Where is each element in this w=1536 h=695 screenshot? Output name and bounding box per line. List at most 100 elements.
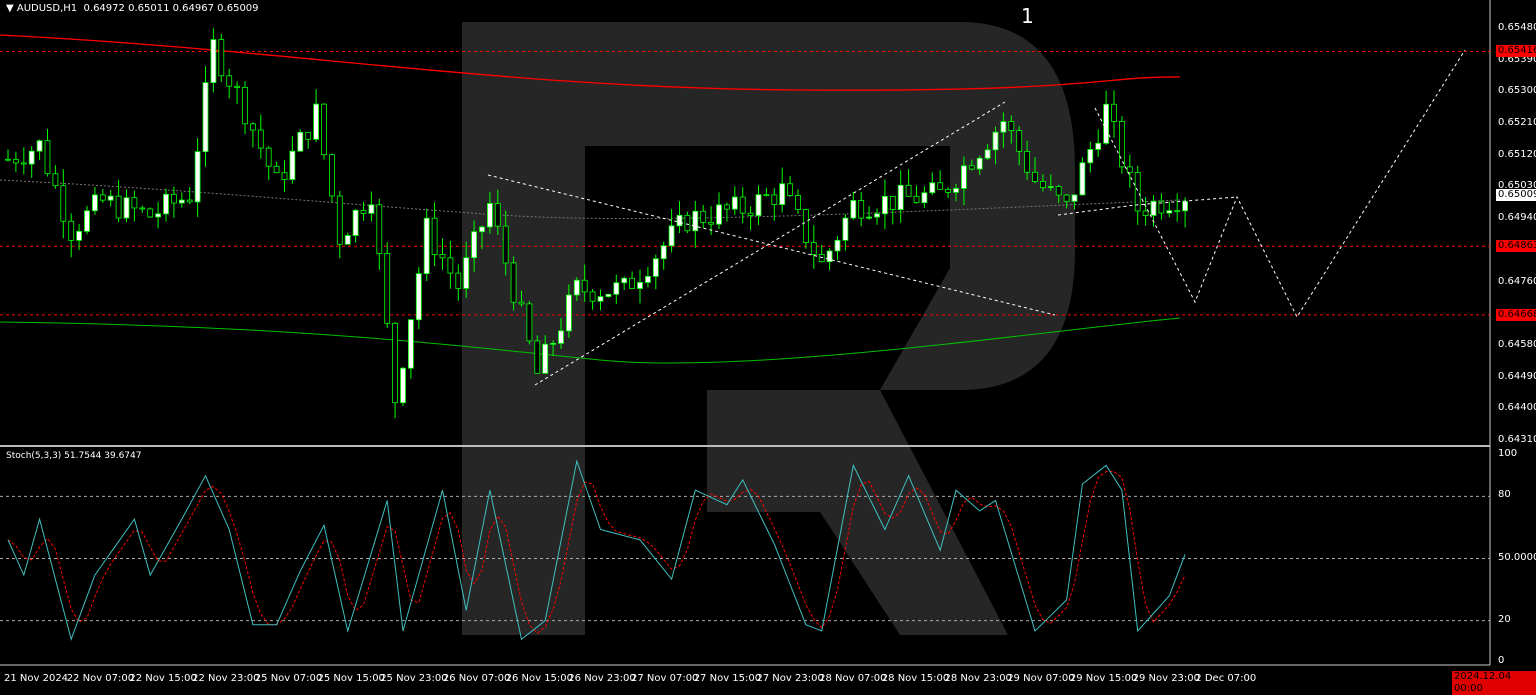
time-tick: 27 Nov 07:00: [631, 673, 699, 684]
candle-body: [676, 214, 683, 227]
symbol-label: AUDUSD,H1: [16, 3, 78, 14]
candle-body: [889, 195, 896, 210]
time-tick: 26 Nov 07:00: [442, 673, 511, 684]
candle-body: [518, 301, 525, 305]
candle-body: [1000, 121, 1007, 133]
candle-body: [1071, 194, 1078, 202]
candle-body: [731, 196, 738, 210]
stoch-label: Stoch(5,3,3) 51.7544 39.6747: [6, 451, 142, 461]
candle-body: [1103, 103, 1109, 144]
candle-body: [621, 277, 628, 284]
candle-body: [447, 257, 454, 274]
candle-body: [637, 282, 643, 289]
candle-body: [1008, 121, 1015, 132]
stoch-tick: 50.0000: [1498, 551, 1536, 563]
candle-body: [186, 199, 193, 203]
time-tick: 29 Nov 23:00: [1132, 673, 1201, 684]
candle-body: [1174, 210, 1181, 213]
price-tick: 0.65210: [1498, 117, 1536, 128]
candle-body: [502, 225, 509, 264]
candle-body: [249, 123, 256, 131]
open-value: 0.64972: [83, 3, 125, 14]
candle-body: [400, 367, 406, 404]
candle-body: [1119, 121, 1125, 168]
price-tick: 0.65300: [1498, 85, 1536, 97]
candle-body: [218, 39, 225, 77]
candle-body: [913, 195, 920, 204]
candle-body: [210, 39, 217, 84]
candle-body: [842, 217, 849, 241]
candle-body: [826, 250, 833, 263]
candle-body: [747, 212, 754, 217]
candle-body: [463, 257, 470, 289]
candle-body: [368, 204, 375, 214]
collapse-icon[interactable]: ▼: [6, 3, 17, 14]
time-tag: 2024.12.04 00:00: [1452, 671, 1536, 695]
candle-body: [455, 272, 462, 289]
candle-body: [486, 203, 493, 228]
candle-body: [1182, 201, 1188, 212]
candle-body: [645, 276, 651, 283]
candle-body: [597, 296, 604, 302]
candle-body: [1032, 171, 1038, 182]
candle-body: [439, 254, 446, 259]
candle-body: [1024, 151, 1030, 173]
candle-body: [882, 195, 888, 215]
candle-body: [336, 195, 343, 245]
time-tick: 22 Nov 23:00: [192, 673, 260, 684]
candle-body: [328, 154, 335, 197]
candle-body: [92, 194, 98, 212]
candle-body: [170, 193, 177, 204]
candle-body: [202, 82, 209, 153]
chart-canvas[interactable]: [0, 0, 1536, 689]
price-axis[interactable]: 0.65480 0.65390 0.65300 0.65210 0.65120 0.650…: [1492, 0, 1536, 666]
candle-body: [921, 192, 928, 204]
time-tick: 25 Nov 23:00: [380, 673, 448, 684]
candle-body: [692, 210, 699, 232]
stoch-tick: 80: [1498, 489, 1511, 501]
candle-body: [20, 162, 27, 165]
candle-body: [1095, 142, 1102, 150]
candle-body: [739, 196, 746, 214]
candle-body: [858, 200, 865, 219]
candle-body: [431, 217, 438, 255]
candle-body: [771, 194, 778, 205]
candle-body: [929, 182, 936, 194]
candle-body: [139, 207, 146, 210]
candle-body: [123, 197, 130, 219]
candle-body: [234, 85, 241, 88]
price-tick: 0.64490: [1498, 370, 1536, 382]
candle-body: [68, 220, 75, 241]
candle-body: [226, 75, 233, 87]
candle-body: [479, 226, 485, 233]
symbol-header: ▼ AUDUSD,H1 0.64972 0.65011 0.64967 0.65…: [6, 3, 259, 14]
candle-body: [558, 330, 564, 344]
time-tick: 21 Nov 2024: [4, 673, 69, 684]
candle-body: [12, 159, 19, 164]
candle-body: [605, 293, 612, 297]
candle-body: [850, 200, 857, 219]
candle-body: [984, 149, 991, 159]
candle-body: [84, 210, 90, 232]
low-value: 0.64967: [172, 3, 214, 14]
time-tick: 28 Nov 07:00: [819, 673, 887, 684]
candle-body: [265, 147, 272, 167]
candle-body: [60, 185, 67, 222]
wave-label: 1: [1021, 4, 1034, 28]
candle-body: [866, 216, 872, 219]
price-tick: 0.64310: [1498, 434, 1536, 445]
price-tag-current: 0.65009: [1496, 188, 1536, 201]
candle-body: [281, 172, 288, 180]
candle-body: [313, 103, 320, 140]
candle-body: [945, 188, 951, 193]
candle-body: [526, 303, 533, 342]
candle-body: [376, 204, 383, 254]
candle-body: [810, 242, 817, 255]
candle-body: [407, 319, 414, 369]
price-tick: 0.64580: [1498, 338, 1536, 350]
time-tick: 22 Nov 07:00: [66, 673, 135, 684]
candle-body: [1126, 166, 1133, 173]
candle-body: [968, 165, 975, 170]
candle-body: [534, 340, 541, 374]
time-tick: 28 Nov 15:00: [881, 673, 950, 684]
